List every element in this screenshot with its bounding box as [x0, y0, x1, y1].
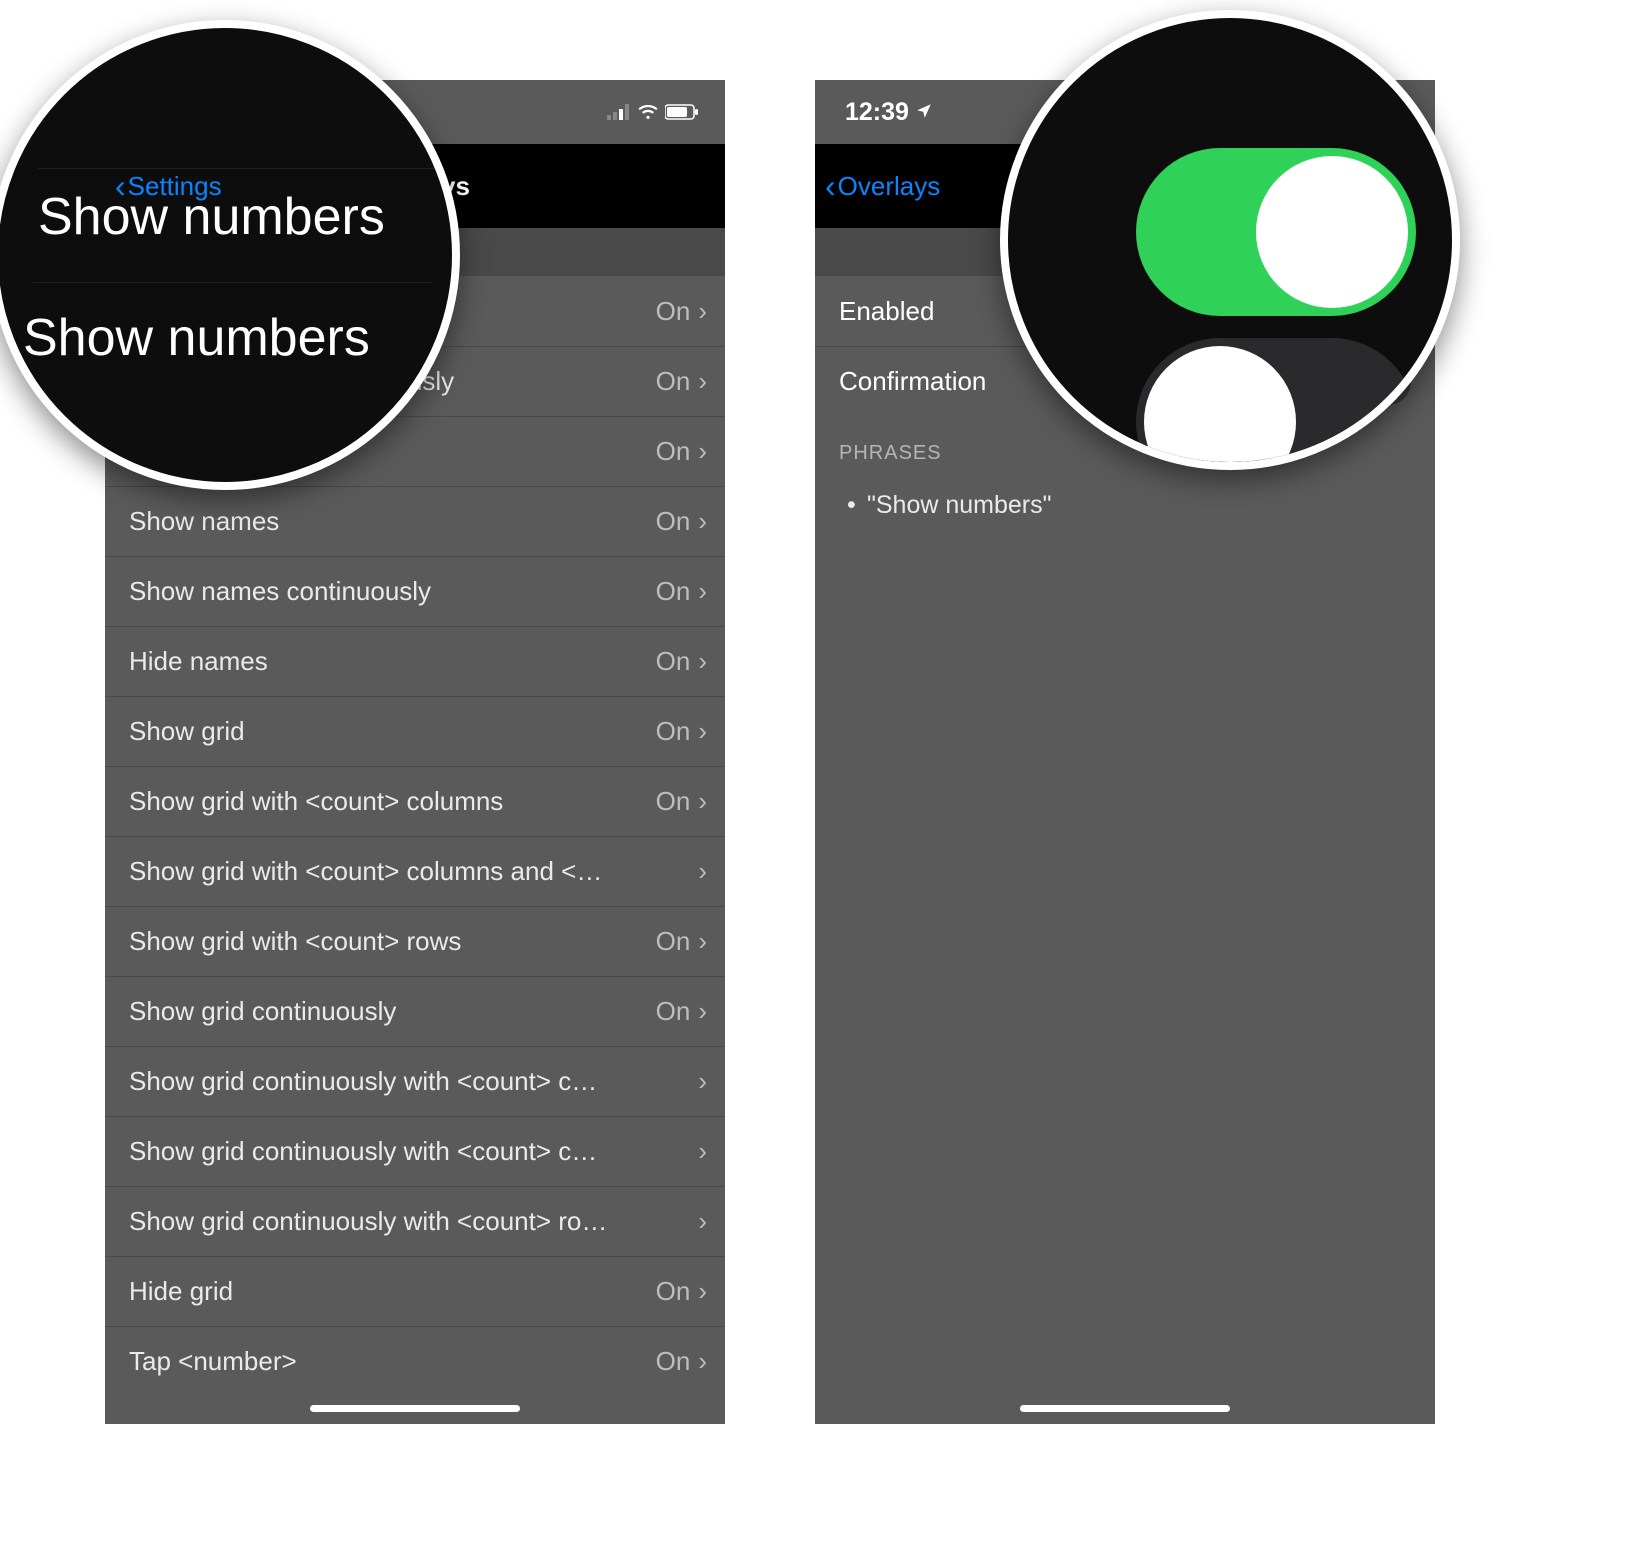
nav-back-button[interactable]: ‹ Settings — [115, 170, 222, 202]
row-value: On — [656, 1276, 691, 1307]
magnifier-right — [1000, 10, 1460, 470]
battery-icon — [665, 98, 699, 127]
row-label: Show names — [129, 506, 279, 537]
location-icon — [915, 98, 933, 127]
row-show-grid-cols-and[interactable]: Show grid with <count> columns and <c… › — [105, 836, 725, 906]
chevron-right-icon: › — [698, 716, 707, 747]
magnified-toggle-off — [1136, 338, 1416, 470]
chevron-left-icon: ‹ — [825, 170, 836, 202]
row-hide-grid[interactable]: Hide grid On› — [105, 1256, 725, 1326]
wifi-icon — [637, 98, 659, 127]
nav-back-label: Overlays — [838, 171, 941, 202]
enabled-label: Enabled — [839, 296, 934, 327]
phrase-item: "Show numbers" — [815, 475, 1435, 536]
row-value: On — [656, 576, 691, 607]
row-show-grid-cont-cols-a[interactable]: Show grid continuously with <count> col…… — [105, 1046, 725, 1116]
chevron-right-icon: › — [698, 506, 707, 537]
nav-back-button[interactable]: ‹ Overlays — [825, 170, 940, 202]
row-show-names-cont[interactable]: Show names continuously On› — [105, 556, 725, 626]
row-show-grid-cont[interactable]: Show grid continuously On› — [105, 976, 725, 1046]
confirmation-label: Confirmation — [839, 366, 986, 397]
row-show-grid-cont-rows[interactable]: Show grid continuously with <count> rows… — [105, 1186, 725, 1256]
row-value: On — [656, 436, 691, 467]
chevron-right-icon: › — [698, 1066, 707, 1097]
row-label: Hide grid — [129, 1276, 233, 1307]
magnified-toggle-on — [1136, 148, 1416, 316]
row-value: On — [656, 296, 691, 327]
row-show-names[interactable]: Show names On› — [105, 486, 725, 556]
row-label: Show grid continuously with <count> col… — [129, 1066, 609, 1097]
magnified-row-2: Show numbers — [23, 308, 370, 368]
row-show-grid-cols[interactable]: Show grid with <count> columns On› — [105, 766, 725, 836]
row-value: On — [656, 926, 691, 957]
row-show-grid[interactable]: Show grid On› — [105, 696, 725, 766]
chevron-right-icon: › — [698, 1136, 707, 1167]
row-value: On — [656, 716, 691, 747]
row-show-grid-rows[interactable]: Show grid with <count> rows On› — [105, 906, 725, 976]
row-show-grid-cont-cols-b[interactable]: Show grid continuously with <count> col…… — [105, 1116, 725, 1186]
chevron-right-icon: › — [698, 1346, 707, 1377]
row-label: Show grid — [129, 716, 245, 747]
chevron-right-icon: › — [698, 1206, 707, 1237]
chevron-right-icon: › — [698, 646, 707, 677]
row-value: On — [656, 366, 691, 397]
row-value: On — [656, 786, 691, 817]
magnified-row-1: Show numbers — [38, 168, 438, 247]
row-label: Show grid with <count> columns and <c… — [129, 856, 609, 887]
divider — [33, 282, 433, 283]
status-time: 12:39 — [845, 98, 909, 127]
row-label: Show names continuously — [129, 576, 431, 607]
chevron-right-icon: › — [698, 366, 707, 397]
chevron-right-icon: › — [698, 436, 707, 467]
row-label: Tap <number> — [129, 1346, 297, 1377]
nav-back-label: Settings — [128, 171, 222, 202]
chevron-right-icon: › — [698, 856, 707, 887]
row-tap-number[interactable]: Tap <number> On› — [105, 1326, 725, 1396]
row-label: Show grid continuously with <count> col… — [129, 1136, 609, 1167]
chevron-right-icon: › — [698, 786, 707, 817]
row-label: Show grid with <count> columns — [129, 786, 503, 817]
row-label: Hide names — [129, 646, 268, 677]
magnifier-left: Show numbers Show numbers — [0, 20, 460, 490]
chevron-right-icon: › — [698, 576, 707, 607]
cellular-icon — [607, 98, 631, 127]
home-indicator[interactable] — [310, 1405, 520, 1412]
row-hide-names[interactable]: Hide names On› — [105, 626, 725, 696]
row-label: Show grid with <count> rows — [129, 926, 461, 957]
row-value: On — [656, 996, 691, 1027]
chevron-right-icon: › — [698, 926, 707, 957]
chevron-left-icon: ‹ — [115, 170, 126, 202]
home-indicator[interactable] — [1020, 1405, 1230, 1412]
row-label: Show grid continuously — [129, 996, 396, 1027]
chevron-right-icon: › — [698, 996, 707, 1027]
row-value: On — [656, 506, 691, 537]
row-value: On — [656, 1346, 691, 1377]
row-value: On — [656, 646, 691, 677]
chevron-right-icon: › — [698, 296, 707, 327]
row-label: Show grid continuously with <count> rows — [129, 1206, 609, 1237]
chevron-right-icon: › — [698, 1276, 707, 1307]
